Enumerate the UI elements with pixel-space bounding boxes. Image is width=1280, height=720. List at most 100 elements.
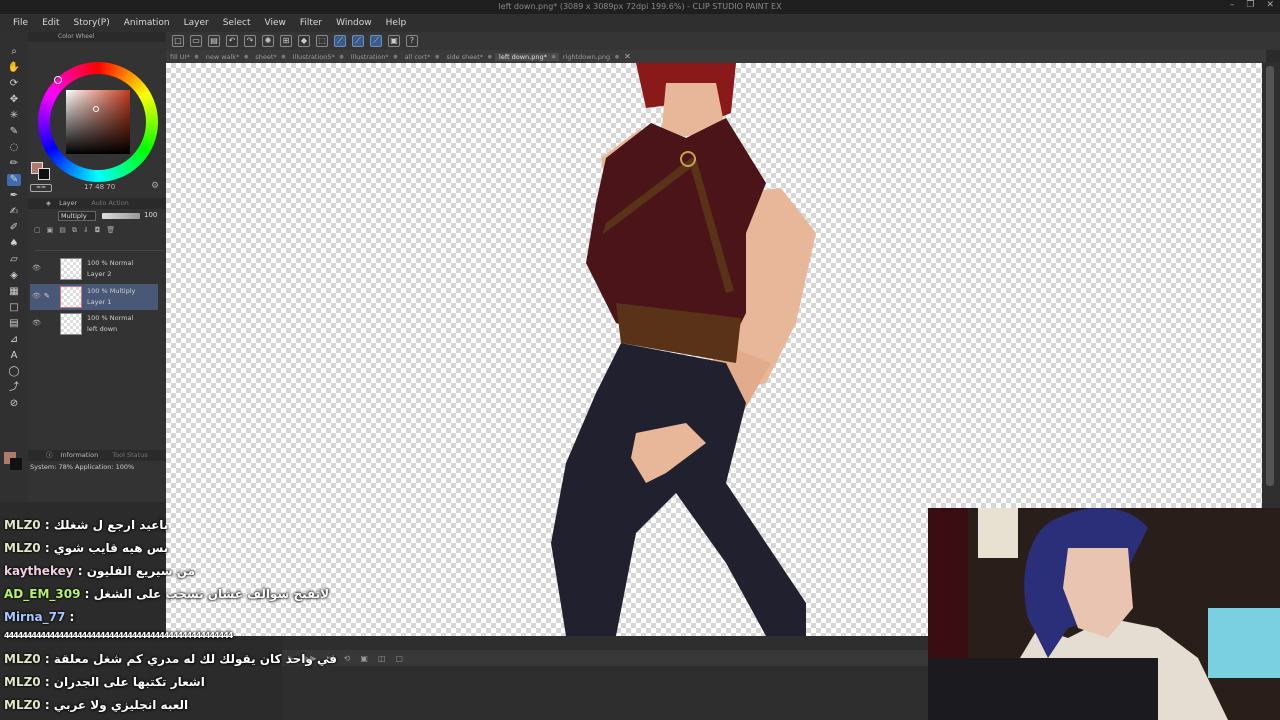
tab-rightdown[interactable]: rightdown.png: [559, 53, 622, 61]
layer-icon: ◈: [46, 199, 51, 207]
opacity-value[interactable]: 100: [144, 211, 157, 219]
layer-tab[interactable]: Layer: [59, 199, 77, 207]
menu-story[interactable]: Story(P): [67, 18, 117, 28]
mask-icon[interactable]: ◘: [95, 226, 101, 238]
balloon-icon[interactable]: ◯: [7, 366, 21, 378]
delete-layer-icon[interactable]: 🗑: [106, 226, 115, 238]
color-mode-icon[interactable]: ≈≈: [30, 184, 52, 192]
menu-view[interactable]: View: [257, 18, 292, 28]
select-icon[interactable]: ⬚: [316, 35, 328, 47]
new-file-icon[interactable]: □: [172, 35, 184, 47]
frame-icon[interactable]: ▤: [7, 318, 21, 330]
redo-icon[interactable]: ↷: [244, 35, 256, 47]
auto-action-tab[interactable]: Auto Action: [91, 199, 129, 207]
chat-message: Mirna_77 :: [4, 610, 75, 624]
minimize-button[interactable]: –: [1230, 0, 1235, 14]
opacity-slider[interactable]: [102, 213, 140, 219]
blend-mode-select[interactable]: Multiply: [58, 211, 96, 221]
text-icon[interactable]: A: [7, 350, 21, 362]
new-layer-icon[interactable]: ▢: [34, 226, 41, 238]
wheel-cursor: [54, 76, 62, 84]
save-icon[interactable]: ▤: [208, 35, 220, 47]
magic-wand-icon[interactable]: ✳: [7, 110, 21, 122]
menu-layer[interactable]: Layer: [177, 18, 216, 28]
layer-mode: 100 % Normal: [87, 259, 134, 267]
chat-text: من سيريع الفليون: [86, 564, 196, 578]
sub-color-swatch[interactable]: [38, 168, 50, 180]
menu-filter[interactable]: Filter: [293, 18, 329, 28]
tool-palette: ⌕ ✋ ⟳ ✥ ✳ ✎ ◌ ✏ ✎ ✒ ✍ ✐ ♠ ▱ ◈ ▦ □ ▤ ⊿ A …: [0, 32, 28, 502]
hand-icon[interactable]: ✋: [7, 62, 21, 74]
undo-icon[interactable]: ↶: [226, 35, 238, 47]
light-table-icon[interactable]: ▢: [396, 654, 404, 663]
fill-bucket-icon[interactable]: ◈: [7, 270, 21, 282]
rotate-icon[interactable]: ⟳: [7, 78, 21, 90]
tab-all-cort[interactable]: all cort*: [401, 53, 443, 61]
layer-row-layer1[interactable]: 👁 ✎ 100 % Multiply Layer 1: [30, 284, 158, 310]
copy-layer-icon[interactable]: ⧉: [72, 226, 77, 238]
snap-special-ruler-icon[interactable]: ⟋: [352, 35, 364, 47]
eraser-icon[interactable]: ▱: [7, 254, 21, 266]
snap-grid-icon[interactable]: ⟋: [370, 35, 382, 47]
tab-sheet[interactable]: sheet*: [251, 53, 288, 61]
visibility-eye-icon[interactable]: 👁: [32, 264, 41, 272]
info-panel-header: ⓘ Information Tool Status: [28, 450, 166, 461]
tab-new-walk[interactable]: new walk*: [202, 53, 252, 61]
chat-username: MLZ0: [4, 675, 41, 689]
snap-ruler-icon[interactable]: ⟋: [334, 35, 346, 47]
correct-line-icon[interactable]: ⤴: [7, 382, 21, 394]
gradient-icon[interactable]: ▦: [7, 286, 21, 298]
zoom-icon[interactable]: ⌕: [7, 46, 21, 58]
menu-help[interactable]: Help: [379, 18, 414, 28]
color-settings-icon[interactable]: ⚙: [151, 181, 159, 191]
tab-fill-ui[interactable]: fill UI*: [166, 53, 202, 61]
visibility-eye-icon[interactable]: 👁: [32, 292, 41, 300]
decoration-icon[interactable]: ✐: [7, 222, 21, 234]
brush-icon[interactable]: ✎: [7, 174, 21, 186]
clear-icon[interactable]: ✺: [262, 35, 274, 47]
loop-icon[interactable]: ⟲: [344, 654, 351, 663]
help-icon[interactable]: ?: [406, 35, 418, 47]
menu-animation[interactable]: Animation: [117, 18, 177, 28]
close-button[interactable]: ✕: [1266, 0, 1274, 14]
new-animation-cel-icon[interactable]: ▣: [360, 654, 368, 663]
fill-icon[interactable]: ◆: [298, 35, 310, 47]
eyedropper-icon[interactable]: ⊘: [7, 398, 21, 410]
merge-down-icon[interactable]: ⇓: [83, 226, 89, 238]
scrollbar-thumb[interactable]: [1266, 66, 1274, 486]
menu-edit[interactable]: Edit: [35, 18, 66, 28]
figure-icon[interactable]: □: [7, 302, 21, 314]
tab-illustration[interactable]: Illustration*: [347, 53, 401, 61]
layer-row-layer2[interactable]: 👁 100 % Normal Layer 2: [30, 256, 158, 282]
visibility-eye-icon[interactable]: 👁: [32, 319, 41, 327]
new-vector-layer-icon[interactable]: ▣: [47, 226, 54, 238]
menu-file[interactable]: File: [6, 18, 35, 28]
ruler-icon[interactable]: ⊿: [7, 334, 21, 346]
airbrush-icon[interactable]: ✍: [7, 206, 21, 218]
information-tab[interactable]: Information: [61, 451, 99, 459]
move-icon[interactable]: ✥: [7, 94, 21, 106]
tab-left-down[interactable]: left down.png*: [495, 52, 559, 61]
close-tab-icon[interactable]: ✕: [624, 52, 631, 61]
lasso-icon[interactable]: ◌: [7, 142, 21, 154]
tab-illustration5[interactable]: Illustration5*: [289, 53, 347, 61]
layer-name: Layer 1: [87, 298, 112, 306]
saturation-value-square[interactable]: [66, 90, 130, 154]
menu-window[interactable]: Window: [329, 18, 379, 28]
settings-icon[interactable]: ▣: [388, 35, 400, 47]
tab-side-sheet[interactable]: side sheet*: [442, 53, 495, 61]
blend-icon[interactable]: ♠: [7, 238, 21, 250]
tool-status-tab[interactable]: Tool Status: [112, 451, 147, 459]
new-folder-icon[interactable]: ▤: [59, 226, 66, 238]
onion-skin-icon[interactable]: ◫: [378, 654, 386, 663]
layer-row-left-down[interactable]: 👁 100 % Normal left down: [30, 311, 158, 337]
chat-message: MLZ0 : العبه انجليزي ولا عربي: [4, 698, 189, 712]
pencil-icon[interactable]: ✏: [7, 158, 21, 170]
transform-icon[interactable]: ⊞: [280, 35, 292, 47]
pen-icon[interactable]: ✎: [7, 126, 21, 138]
chat-message: MLZ0 : بس هيه قايب شوي: [4, 541, 169, 555]
menu-select[interactable]: Select: [216, 18, 258, 28]
open-file-icon[interactable]: ▭: [190, 35, 202, 47]
marker-icon[interactable]: ✒: [7, 190, 21, 202]
maximize-button[interactable]: ❐: [1246, 0, 1254, 14]
